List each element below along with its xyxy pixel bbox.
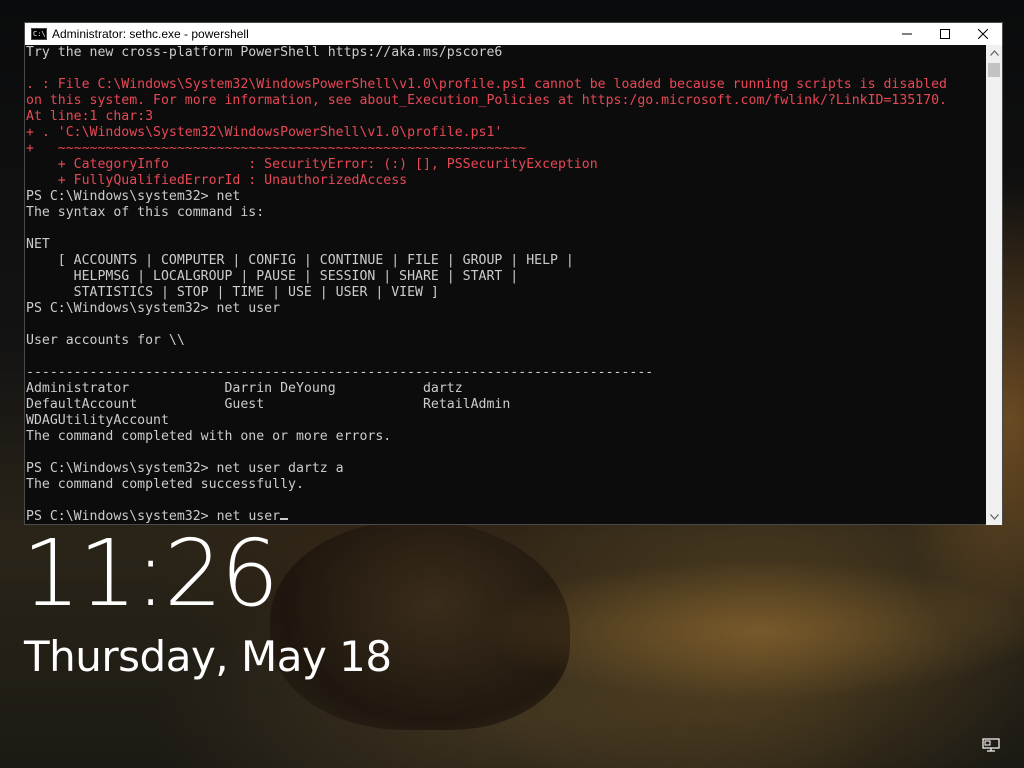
close-icon [978, 29, 988, 39]
console-line: At line:1 char:3 [26, 109, 154, 124]
lockscreen-date: Thursday, May 18 [24, 632, 392, 681]
network-icon[interactable] [982, 738, 1000, 752]
console-line: User accounts for \\ [26, 333, 185, 348]
console-line: The command completed with one or more e… [26, 429, 392, 444]
vertical-scrollbar[interactable] [986, 45, 1002, 525]
console-line: ----------------------------------------… [26, 365, 654, 380]
window-controls [888, 23, 1002, 45]
text-cursor [280, 518, 289, 520]
console-line: + ~~~~~~~~~~~~~~~~~~~~~~~~~~~~~~~~~~~~~~… [26, 141, 527, 156]
console-line: . : File C:\Windows\System32\WindowsPowe… [26, 77, 947, 92]
chevron-up-icon [989, 50, 999, 56]
console-line: PS C:\Windows\system32> net [26, 189, 241, 204]
console-line: + FullyQualifiedErrorId : UnauthorizedAc… [26, 173, 408, 188]
powershell-window[interactable]: C:\ Administrator: sethc.exe - powershel… [24, 22, 1003, 525]
console-line: on this system. For more information, se… [26, 93, 947, 108]
console-line: The command completed successfully. [26, 477, 304, 492]
close-button[interactable] [964, 23, 1002, 45]
console-line: PS C:\Windows\system32> net user [26, 301, 281, 316]
console-line: WDAGUtilityAccount [26, 413, 169, 428]
lockscreen-time: 11:26 [22, 520, 279, 627]
chevron-down-icon [989, 514, 999, 520]
window-title: Administrator: sethc.exe - powershell [52, 27, 249, 41]
maximize-icon [940, 29, 950, 39]
console-line: STATISTICS | STOP | TIME | USE | USER | … [26, 285, 439, 300]
console-line: The syntax of this command is: [26, 205, 265, 220]
console-line: HELPMSG | LOCALGROUP | PAUSE | SESSION |… [26, 269, 519, 284]
minimize-icon [902, 33, 912, 35]
maximize-button[interactable] [926, 23, 964, 45]
console-output[interactable]: Try the new cross-platform PowerShell ht… [25, 45, 987, 525]
console-line: + . 'C:\Windows\System32\WindowsPowerShe… [26, 125, 503, 140]
title-bar[interactable]: C:\ Administrator: sethc.exe - powershel… [25, 23, 1002, 45]
scrollbar-thumb[interactable] [988, 63, 1000, 77]
console-line: PS C:\Windows\system32> net user dartz a [26, 461, 344, 476]
console-line: Try the new cross-platform PowerShell ht… [26, 45, 503, 60]
console-line: Administrator Darrin DeYoung dartz [26, 381, 463, 396]
console-line: [ ACCOUNTS | COMPUTER | CONFIG | CONTINU… [26, 253, 574, 268]
console-line: NET [26, 237, 50, 252]
console-app-icon: C:\ [31, 28, 47, 40]
console-line: + CategoryInfo : SecurityError: (:) [], … [26, 157, 598, 172]
console-line: DefaultAccount Guest RetailAdmin [26, 397, 511, 412]
scroll-down-button[interactable] [986, 509, 1002, 525]
wallpaper-sand [480, 560, 1024, 700]
scroll-up-button[interactable] [986, 45, 1002, 61]
minimize-button[interactable] [888, 23, 926, 45]
